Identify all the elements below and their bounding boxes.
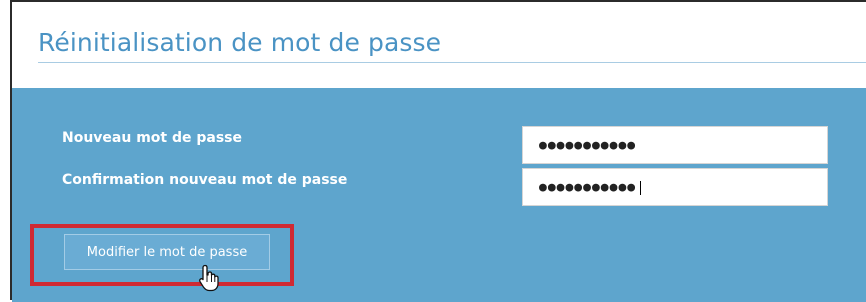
form-area: Nouveau mot de passe Confirmation nouvea… bbox=[12, 88, 866, 302]
page-title: Réinitialisation de mot de passe bbox=[38, 28, 442, 57]
password-reset-panel: Réinitialisation de mot de passe Nouveau… bbox=[10, 0, 866, 302]
confirm-password-input[interactable] bbox=[522, 168, 828, 206]
text-caret bbox=[640, 181, 641, 195]
change-password-button[interactable]: Modifier le mot de passe bbox=[64, 234, 270, 270]
title-area: Réinitialisation de mot de passe bbox=[12, 2, 866, 88]
new-password-input[interactable] bbox=[522, 126, 828, 164]
new-password-label: Nouveau mot de passe bbox=[62, 130, 243, 146]
hand-pointer-icon bbox=[199, 264, 219, 292]
confirm-password-label: Confirmation nouveau mot de passe bbox=[62, 172, 348, 188]
title-divider bbox=[38, 62, 866, 63]
screenshot-frame: Réinitialisation de mot de passe Nouveau… bbox=[0, 0, 866, 302]
